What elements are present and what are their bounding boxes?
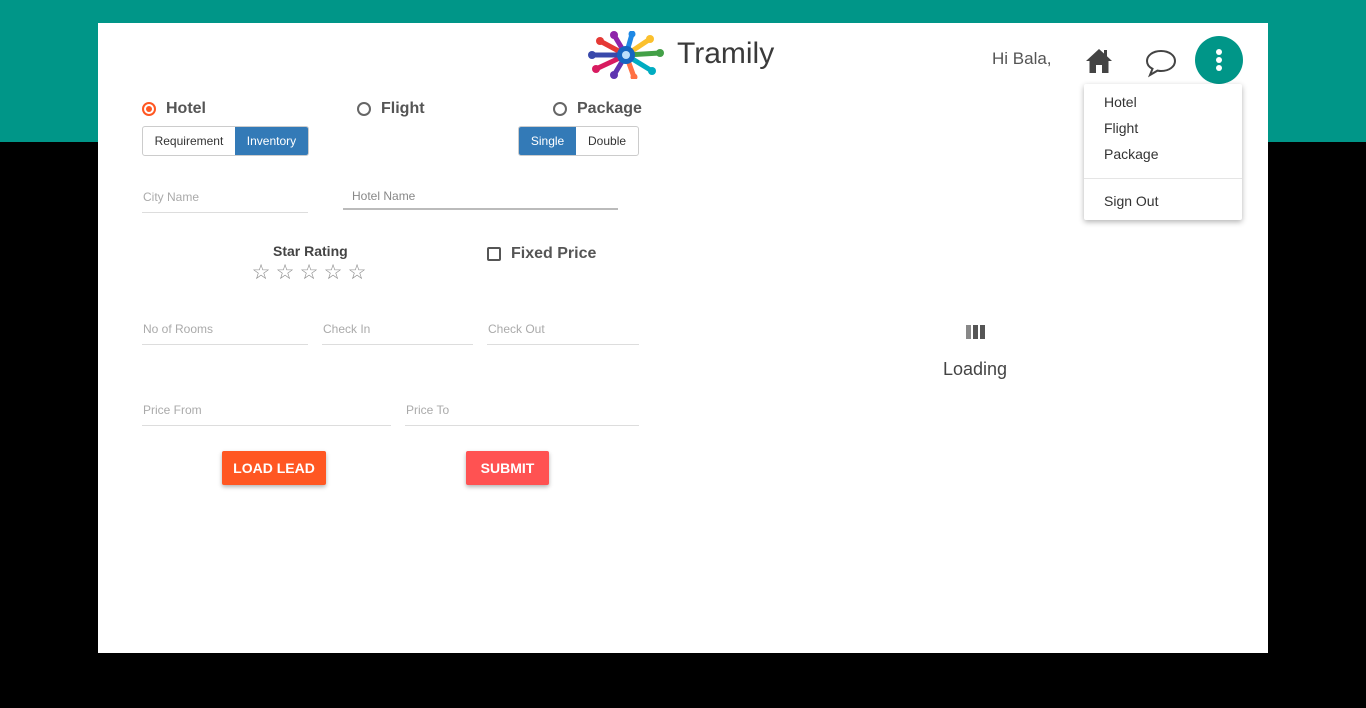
home-icon[interactable] bbox=[1083, 45, 1115, 77]
occupancy-toggle-group: Single Double bbox=[518, 126, 639, 156]
double-button[interactable]: Double bbox=[576, 127, 638, 155]
mode-toggle-group: Requirement Inventory bbox=[142, 126, 309, 156]
loading-text: Loading bbox=[943, 359, 1008, 379]
load-lead-button[interactable]: LOAD LEAD bbox=[222, 451, 326, 485]
radio-circle bbox=[142, 102, 156, 116]
radio-circle bbox=[357, 102, 371, 116]
submit-button[interactable]: SUBMIT bbox=[466, 451, 549, 485]
more-vertical-icon bbox=[1216, 49, 1222, 71]
menu-divider bbox=[1084, 178, 1242, 179]
single-button[interactable]: Single bbox=[519, 127, 577, 155]
check-in-input[interactable]: Check In bbox=[322, 314, 473, 345]
radio-label-flight: Flight bbox=[381, 100, 425, 117]
star-3-icon[interactable]: ☆ bbox=[297, 261, 321, 285]
menu-item-flight[interactable]: Flight bbox=[1104, 120, 1138, 136]
city-name-input[interactable]: City Name bbox=[142, 182, 308, 213]
radio-label-hotel: Hotel bbox=[166, 100, 206, 117]
fixed-price-checkbox[interactable]: Fixed Price bbox=[487, 245, 596, 263]
inventory-button[interactable]: Inventory bbox=[234, 127, 308, 155]
menu-item-sign-out[interactable]: Sign Out bbox=[1104, 193, 1158, 209]
user-greeting: Hi Bala, bbox=[992, 49, 1052, 68]
city-name-placeholder: City Name bbox=[143, 190, 200, 204]
main-card: Tramily Hi Bala, Hotel Flight Package Si… bbox=[98, 23, 1268, 653]
star-4-icon[interactable]: ☆ bbox=[321, 261, 345, 285]
star-2-icon[interactable]: ☆ bbox=[273, 261, 297, 285]
tramily-logo bbox=[588, 31, 664, 79]
fixed-price-label: Fixed Price bbox=[511, 245, 597, 262]
user-menu-dropdown: Hotel Flight Package Sign Out bbox=[1084, 84, 1242, 220]
check-in-placeholder: Check In bbox=[323, 322, 371, 336]
hotel-name-input[interactable]: Hotel Name bbox=[343, 181, 618, 210]
radio-flight[interactable]: Flight bbox=[357, 100, 425, 118]
loading-spinner-icon bbox=[966, 325, 985, 339]
hotel-name-placeholder: Hotel Name bbox=[352, 189, 416, 203]
chat-icon[interactable] bbox=[1144, 45, 1178, 79]
menu-item-hotel[interactable]: Hotel bbox=[1104, 94, 1137, 110]
rooms-input[interactable]: No of Rooms bbox=[142, 314, 308, 345]
more-menu-button[interactable] bbox=[1195, 36, 1243, 84]
star-1-icon[interactable]: ☆ bbox=[249, 261, 273, 285]
price-to-input[interactable]: Price To bbox=[405, 395, 639, 426]
requirement-button[interactable]: Requirement bbox=[143, 127, 235, 155]
check-out-input[interactable]: Check Out bbox=[487, 314, 639, 345]
star-rating: ☆ ☆ ☆ ☆ ☆ bbox=[249, 261, 369, 285]
check-out-placeholder: Check Out bbox=[488, 322, 545, 336]
radio-label-package: Package bbox=[577, 100, 642, 117]
radio-package[interactable]: Package bbox=[553, 100, 642, 118]
star-5-icon[interactable]: ☆ bbox=[345, 261, 369, 285]
menu-item-package[interactable]: Package bbox=[1104, 146, 1158, 162]
star-rating-label: Star Rating bbox=[273, 243, 348, 259]
rooms-placeholder: No of Rooms bbox=[143, 322, 214, 336]
radio-circle bbox=[553, 102, 567, 116]
price-from-placeholder: Price From bbox=[143, 403, 202, 417]
price-from-input[interactable]: Price From bbox=[142, 395, 391, 426]
radio-hotel[interactable]: Hotel bbox=[142, 100, 206, 118]
price-to-placeholder: Price To bbox=[406, 403, 450, 417]
brand-name: Tramily bbox=[677, 37, 775, 70]
checkbox-box bbox=[487, 247, 501, 261]
